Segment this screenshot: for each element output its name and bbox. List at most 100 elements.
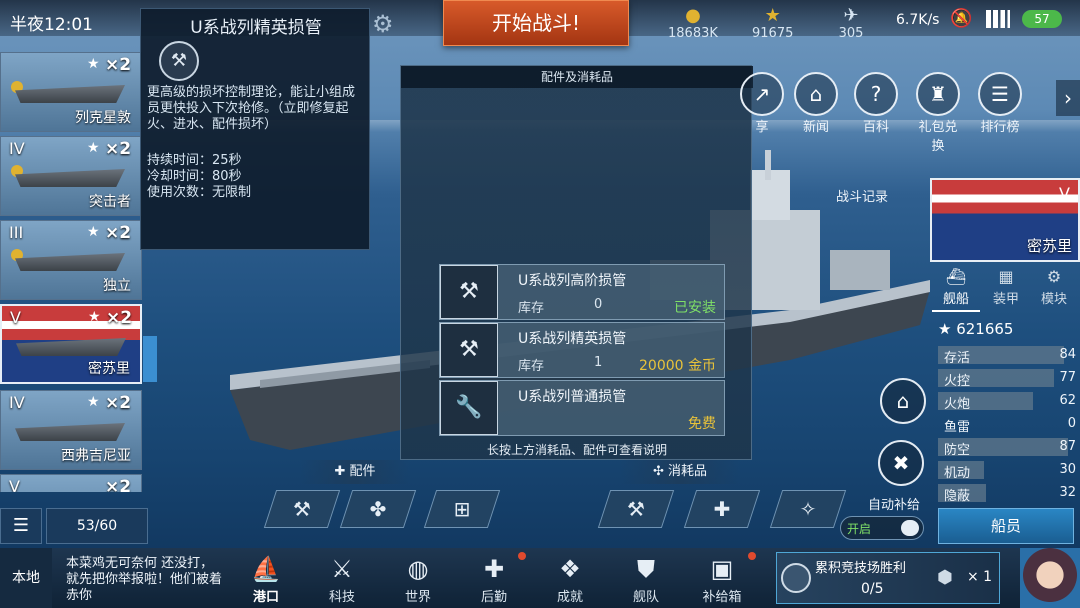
selection-indicator — [143, 336, 157, 382]
ship-card[interactable]: IV ★ ×2 突击者 — [0, 136, 142, 216]
battle-log-button[interactable]: 战斗记录 — [836, 186, 888, 205]
consumable-tooltip: U系战列精英损管 ⚒ 更高级的损坏控制理论，能让小组成员更快投入下次抢修。（立即… — [140, 8, 370, 250]
combat-power: ★ 621665 — [938, 320, 1014, 338]
mute-icon: 🔕 — [950, 8, 973, 29]
detail-tabs: ⛴ 舰船 ▦ 装甲 ⚙ 模块 — [930, 266, 1080, 312]
module-icon: ⚙ — [1046, 267, 1062, 286]
star-icon: ★ — [87, 140, 100, 156]
nav-world[interactable]: ◍ 世界 — [388, 552, 448, 605]
reward-box-icon: ⬢ — [937, 567, 953, 588]
quest-progress: 0/5 — [861, 581, 884, 597]
crew-button[interactable]: 船员 — [938, 508, 1074, 544]
stock-label: 库存 — [518, 301, 545, 316]
avatar[interactable] — [1020, 548, 1080, 608]
star-icon: ★ — [87, 56, 100, 72]
part-slot-2[interactable]: ✤ — [339, 490, 417, 528]
stat-row: 火控 77 — [938, 369, 1076, 389]
damage-control-icon: ⚒ — [440, 265, 498, 319]
repair-icon: ✚ — [713, 497, 731, 521]
consumable-slot-2[interactable]: ✚ — [683, 490, 761, 528]
ship-card-selected[interactable]: V ★ ×2 密苏里 — [0, 304, 142, 384]
nav-tech[interactable]: ⚔ 科技 — [312, 552, 372, 605]
ship-card[interactable]: ★ ×2 列克星敦 — [0, 52, 142, 132]
chest-icon: ▣ — [710, 555, 734, 583]
gift-icon: ♜ — [916, 72, 960, 116]
ship-card[interactable]: V ×2 — [0, 474, 142, 492]
tier-label: V — [9, 477, 20, 492]
tech-icon: ⚔ — [331, 555, 353, 583]
wiki-button[interactable]: ? 百科 — [852, 72, 900, 135]
gift-redeem-button[interactable]: ♜ 礼包兑换 — [914, 72, 962, 154]
quest-title: 累积竞技场胜利 — [815, 561, 907, 576]
damage-control-icon: ⚒ — [627, 497, 645, 521]
auto-supply-toggle[interactable]: 开启 — [840, 516, 924, 540]
nav-achievements[interactable]: ❖ 成就 — [540, 552, 600, 605]
achievement-icon: ❖ — [559, 555, 581, 583]
armor-icon: ▦ — [998, 267, 1014, 286]
tab-ship[interactable]: ⛴ 舰船 — [932, 266, 980, 312]
consumable-slot-3[interactable]: ✧ — [769, 490, 847, 528]
panel-hint: 长按上方消耗品、配件可查看说明 — [486, 443, 667, 457]
damage-control-icon: ⚒ — [159, 41, 199, 81]
ranking-button[interactable]: ☰ 排行榜 — [976, 72, 1024, 135]
gear-icon[interactable]: ⚙ — [372, 10, 394, 38]
consumable-item[interactable]: 🔧 U系战列普通损管 免费 — [439, 380, 725, 436]
tier-label: V — [10, 308, 21, 327]
ship-hull — [16, 338, 126, 356]
ship-list: ★ ×2 列克星敦 IV ★ ×2 突击者 III ★ ×2 独立 V ★ ×2… — [0, 52, 150, 492]
ship-count: 53/60 — [46, 508, 148, 544]
wrench-icon: 🔧 — [440, 381, 498, 435]
ship-name: 密苏里 — [88, 361, 130, 377]
start-battle-button[interactable]: 开始战斗! — [443, 0, 629, 46]
tab-armor[interactable]: ▦ 装甲 — [982, 266, 1030, 312]
tier-label: IV — [9, 139, 25, 158]
share-button[interactable]: ↗ 享 — [738, 72, 786, 135]
nav-supply-box[interactable]: ▣ 补给箱 — [692, 552, 752, 605]
news-icon: ⌂ — [794, 72, 838, 116]
ship-name: 独立 — [103, 278, 131, 294]
notification-dot — [518, 552, 526, 560]
consumables-panel: 配件及消耗品 ⚒ U系战列高阶损管 库存 0 已安装 ⚒ U系战列精英损管 库存… — [400, 65, 753, 460]
ship-name: 列克星敦 — [75, 110, 131, 126]
chat-message[interactable]: 本菜鸡无可奈何 还没打，就先把你举报啦！他们被着赤你 — [66, 556, 226, 604]
auto-supply-icon[interactable]: ✖ — [878, 440, 924, 486]
part-slot-1[interactable]: ⚒ — [263, 490, 341, 528]
share-icon: ↗ — [740, 72, 784, 116]
gold-counter: ● 18683K — [668, 5, 718, 42]
tier-label: IV — [9, 393, 25, 412]
stat-row: 隐蔽 32 — [938, 484, 1076, 504]
stat-row: 鱼雷 0 — [944, 416, 1076, 435]
star-icon: ★ — [88, 309, 101, 325]
list-menu-icon[interactable]: ☰ — [0, 508, 42, 544]
nav-fleet[interactable]: ⛊ 舰队 — [616, 552, 676, 605]
chevron-right-icon[interactable]: › — [1056, 80, 1080, 116]
damage-control-icon: ⚒ — [293, 497, 311, 521]
item-name: U系战列精英损管 — [518, 331, 627, 347]
stock-value: 0 — [594, 297, 603, 312]
tooltip-title: U系战列精英损管 — [190, 18, 322, 38]
quest-tracker[interactable]: 累积竞技场胜利 0/5 ⬢ × 1 — [776, 552, 1000, 604]
consumables-header: ✣ 消耗品 — [620, 460, 740, 484]
consumable-item[interactable]: ⚒ U系战列精英损管 库存 1 20000 金币 — [439, 322, 725, 378]
chat-channel-button[interactable]: 本地 — [0, 548, 52, 608]
news-button[interactable]: ⌂ 新闻 — [792, 72, 840, 135]
tab-module[interactable]: ⚙ 模块 — [1030, 266, 1078, 312]
reward-count: × 1 — [967, 569, 993, 585]
signal-icon — [986, 10, 1010, 28]
item-name: U系战列普通损管 — [518, 389, 627, 405]
nav-logistics[interactable]: ✚ 后勤 — [464, 552, 524, 605]
nav-port[interactable]: ⛵ 港口 — [236, 552, 296, 605]
consumable-item[interactable]: ⚒ U系战列高阶损管 库存 0 已安装 — [439, 264, 725, 320]
panel-title: 配件及消耗品 — [401, 66, 753, 88]
rank-badge-icon[interactable]: ⌂ — [880, 378, 926, 424]
ship-card[interactable]: III ★ ×2 独立 — [0, 220, 142, 300]
battery-icon: 57 — [1022, 10, 1062, 28]
fleet-icon: ⛊ — [637, 555, 655, 583]
ship-icon: ⛴ — [945, 267, 967, 286]
wiki-icon: ? — [854, 72, 898, 116]
part-slot-3[interactable]: ⊞ — [423, 490, 501, 528]
consumable-slot-1[interactable]: ⚒ — [597, 490, 675, 528]
ship-card[interactable]: IV ★ ×2 西弗吉尼亚 — [0, 390, 142, 470]
quest-icon — [781, 563, 811, 593]
network-speed: 6.7K/s — [896, 12, 940, 28]
